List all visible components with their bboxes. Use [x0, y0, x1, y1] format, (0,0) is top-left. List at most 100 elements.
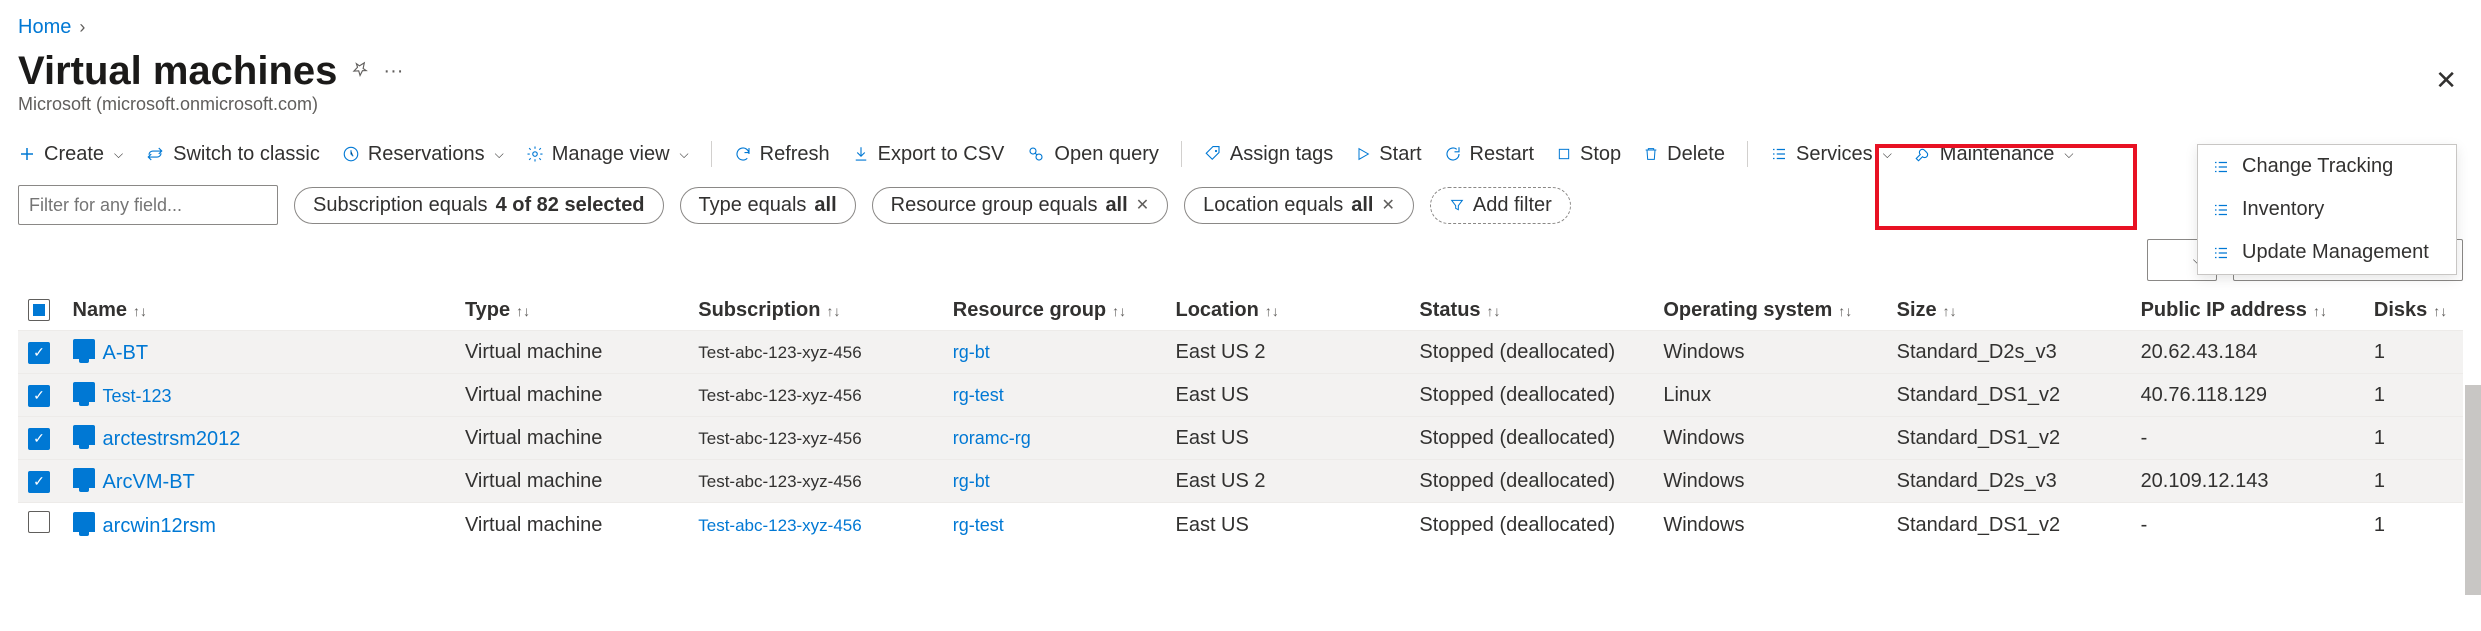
dd-inventory[interactable]: Inventory: [2198, 188, 2456, 231]
cell-resource-group[interactable]: roramc-rg: [953, 428, 1031, 448]
manage-view-button[interactable]: Manage view⌵: [526, 143, 689, 166]
switch-classic-button[interactable]: Switch to classic: [145, 143, 320, 166]
cell-location: East US: [1165, 417, 1409, 460]
vm-icon: [73, 382, 95, 402]
delete-button[interactable]: Delete: [1643, 143, 1725, 166]
cell-type: Virtual machine: [455, 374, 688, 417]
vm-name-link[interactable]: arctestrsm2012: [103, 428, 241, 450]
row-checkbox[interactable]: ✓: [28, 471, 50, 493]
filter-type[interactable]: Type equals all: [680, 187, 856, 224]
cell-status: Stopped (deallocated): [1409, 503, 1653, 548]
cell-ip: 20.109.12.143: [2131, 460, 2364, 503]
filter-input[interactable]: [18, 185, 278, 225]
vm-icon: [73, 339, 95, 359]
sort-icon[interactable]: ↑↓: [1112, 303, 1126, 319]
cell-subscription: Test-abc-123-xyz-456: [698, 386, 861, 405]
row-checkbox[interactable]: ✓: [28, 385, 50, 407]
dd-change-tracking[interactable]: Change Tracking: [2198, 145, 2456, 188]
vm-icon: [73, 512, 95, 532]
restart-button[interactable]: Restart: [1444, 143, 1534, 166]
sort-icon[interactable]: ↑↓: [516, 303, 530, 319]
cell-size: Standard_D2s_v3: [1887, 331, 2131, 374]
pin-icon[interactable]: [351, 60, 369, 84]
start-button[interactable]: Start: [1355, 143, 1421, 166]
vm-name-link[interactable]: A-BT: [103, 342, 149, 364]
page-title: Virtual machines: [18, 49, 337, 94]
export-csv-button[interactable]: Export to CSV: [852, 143, 1005, 166]
breadcrumb-home[interactable]: Home: [18, 16, 71, 39]
vm-name-link[interactable]: ArcVM-BT: [103, 471, 195, 493]
cell-os: Windows: [1653, 460, 1886, 503]
services-button[interactable]: Services⌵: [1770, 143, 1892, 166]
sort-icon[interactable]: ↑↓: [1265, 303, 1279, 319]
close-icon[interactable]: ✕: [1381, 195, 1394, 215]
scrollbar[interactable]: [2465, 385, 2481, 595]
more-icon[interactable]: ···: [383, 60, 403, 83]
table-row[interactable]: ✓ ArcVM-BT Virtual machine Test-abc-123-…: [18, 460, 2463, 503]
close-icon[interactable]: ✕: [2435, 65, 2457, 96]
sort-icon[interactable]: ↑↓: [2433, 303, 2447, 319]
cell-status: Stopped (deallocated): [1409, 331, 1653, 374]
sort-icon[interactable]: ↑↓: [1838, 303, 1852, 319]
separator: [1181, 141, 1182, 167]
assign-tags-button[interactable]: Assign tags: [1204, 143, 1333, 166]
cell-type: Virtual machine: [455, 460, 688, 503]
row-checkbox[interactable]: ✓: [28, 342, 50, 364]
cell-ip: -: [2131, 503, 2364, 548]
reservations-button[interactable]: Reservations⌵: [342, 143, 504, 166]
cell-subscription: Test-abc-123-xyz-456: [698, 472, 861, 491]
dd-update-management[interactable]: Update Management: [2198, 231, 2456, 274]
vm-name-link[interactable]: Test-123: [103, 386, 172, 406]
cell-type: Virtual machine: [455, 503, 688, 548]
chevron-down-icon: ⌵: [2064, 147, 2073, 162]
cell-status: Stopped (deallocated): [1409, 374, 1653, 417]
sort-icon[interactable]: ↑↓: [133, 303, 147, 319]
row-checkbox[interactable]: ✓: [28, 428, 50, 450]
cell-resource-group[interactable]: rg-test: [953, 515, 1004, 535]
cell-location: East US 2: [1165, 331, 1409, 374]
table-row[interactable]: arcwin12rsm Virtual machine Test-abc-123…: [18, 503, 2463, 548]
sort-icon[interactable]: ↑↓: [2313, 303, 2327, 319]
cell-disks: 1: [2364, 331, 2463, 374]
chevron-down-icon: ⌵: [114, 147, 123, 162]
vm-icon: [73, 468, 95, 488]
cell-size: Standard_DS1_v2: [1887, 374, 2131, 417]
create-button[interactable]: Create⌵: [18, 143, 123, 166]
filter-location[interactable]: Location equals all ✕: [1184, 187, 1414, 224]
cell-os: Windows: [1653, 503, 1886, 548]
cell-os: Linux: [1653, 374, 1886, 417]
cell-subscription: Test-abc-123-xyz-456: [698, 343, 861, 362]
row-checkbox[interactable]: [28, 511, 50, 533]
table-row[interactable]: ✓ Test-123 Virtual machine Test-abc-123-…: [18, 374, 2463, 417]
cell-resource-group[interactable]: rg-test: [953, 385, 1004, 405]
open-query-button[interactable]: Open query: [1026, 143, 1159, 166]
vm-name-link[interactable]: arcwin12rsm: [103, 515, 216, 537]
vm-table: Name↑↓ Type↑↓ Subscription↑↓ Resource gr…: [18, 291, 2463, 547]
chevron-down-icon: ⌵: [1883, 147, 1892, 162]
separator: [711, 141, 712, 167]
table-row[interactable]: ✓ A-BT Virtual machine Test-abc-123-xyz-…: [18, 331, 2463, 374]
sort-icon[interactable]: ↑↓: [1487, 303, 1501, 319]
cell-size: Standard_DS1_v2: [1887, 503, 2131, 548]
cell-status: Stopped (deallocated): [1409, 460, 1653, 503]
refresh-button[interactable]: Refresh: [734, 143, 830, 166]
maintenance-button[interactable]: Maintenance⌵: [1914, 143, 2074, 166]
close-icon[interactable]: ✕: [1136, 195, 1149, 215]
cell-type: Virtual machine: [455, 417, 688, 460]
table-row[interactable]: ✓ arctestrsm2012 Virtual machine Test-ab…: [18, 417, 2463, 460]
filter-resource-group[interactable]: Resource group equals all ✕: [872, 187, 1168, 224]
stop-button[interactable]: Stop: [1556, 143, 1621, 166]
sort-icon[interactable]: ↑↓: [826, 303, 840, 319]
cell-resource-group[interactable]: rg-bt: [953, 471, 990, 491]
toolbar: Create⌵ Switch to classic Reservations⌵ …: [18, 127, 2463, 177]
cell-ip: 40.76.118.129: [2131, 374, 2364, 417]
filter-subscription[interactable]: Subscription equals 4 of 82 selected: [294, 187, 664, 224]
cell-location: East US: [1165, 374, 1409, 417]
add-filter-button[interactable]: Add filter: [1430, 187, 1571, 224]
select-all-checkbox[interactable]: [28, 299, 50, 321]
separator: [1747, 141, 1748, 167]
cell-subscription[interactable]: Test-abc-123-xyz-456: [698, 516, 861, 535]
cell-type: Virtual machine: [455, 331, 688, 374]
sort-icon[interactable]: ↑↓: [1943, 303, 1957, 319]
cell-resource-group[interactable]: rg-bt: [953, 342, 990, 362]
